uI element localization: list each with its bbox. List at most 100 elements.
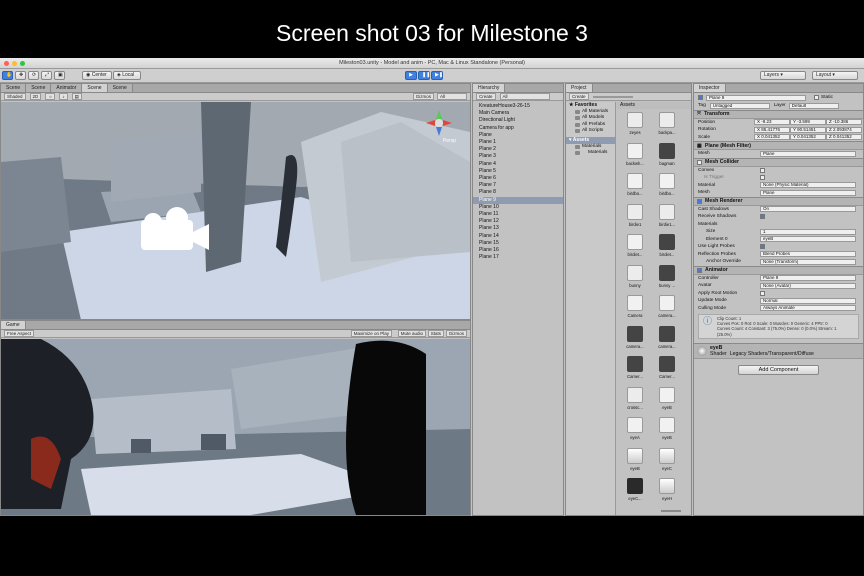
pause-button[interactable]: ❚❚ bbox=[418, 71, 430, 80]
step-button[interactable]: ▶❚ bbox=[431, 71, 443, 80]
hierarchy-item[interactable]: KreatureHouse3-26-15 bbox=[473, 103, 563, 110]
hierarchy-item[interactable]: Plane bbox=[473, 132, 563, 139]
project-create-dropdown[interactable]: Create bbox=[569, 93, 589, 100]
pivot-local-toggle[interactable]: ◈ Local bbox=[113, 71, 141, 80]
tab-inspector[interactable]: Inspector bbox=[694, 84, 726, 92]
hierarchy-item[interactable]: Plane 4 bbox=[473, 161, 563, 168]
tag-dropdown[interactable]: Untagged bbox=[709, 102, 770, 109]
asset-item[interactable]: eyeH bbox=[655, 477, 679, 507]
hierarchy-search-input[interactable]: All bbox=[499, 93, 550, 100]
hierarchy-item[interactable]: Plane 11 bbox=[473, 211, 563, 218]
asset-item[interactable]: eyeB bbox=[655, 386, 679, 416]
rect-tool-button[interactable]: ▣ bbox=[54, 71, 65, 80]
asset-item[interactable]: backwh... bbox=[623, 142, 647, 172]
audio-toggle[interactable]: ♪ bbox=[59, 93, 68, 100]
mesh-filter-header[interactable]: ▦ Plane (Mesh Filter) bbox=[694, 141, 863, 150]
asset-item[interactable]: birdiet... bbox=[655, 233, 679, 263]
materials-row[interactable]: Materials bbox=[694, 221, 863, 229]
play-button[interactable]: ▶ bbox=[405, 71, 417, 80]
rotation-y-field[interactable]: Y 90.51451 bbox=[790, 126, 826, 133]
asset-item[interactable]: eyeB bbox=[623, 447, 647, 477]
minimize-window-button[interactable] bbox=[12, 61, 17, 66]
asset-item[interactable]: 2eyes bbox=[623, 111, 647, 141]
layout-dropdown[interactable]: Layout ▾ bbox=[812, 71, 858, 80]
scale-y-field[interactable]: Y 0.041352 bbox=[790, 134, 826, 141]
favorites-heading[interactable]: ★ Favorites bbox=[566, 102, 615, 109]
asset-item[interactable]: birdie1 bbox=[623, 203, 647, 233]
object-active-checkbox[interactable] bbox=[698, 95, 703, 100]
hierarchy-item[interactable]: Plane 14 bbox=[473, 233, 563, 240]
asset-item[interactable]: eyeC... bbox=[623, 477, 647, 507]
hierarchy-item[interactable]: Plane 17 bbox=[473, 254, 563, 261]
asset-item[interactable]: Camer... bbox=[655, 355, 679, 385]
asset-item[interactable]: camera... bbox=[655, 294, 679, 324]
rotate-tool-button[interactable]: ⟳ bbox=[28, 71, 39, 80]
move-tool-button[interactable]: ✥ bbox=[15, 71, 26, 80]
tab-scene-active[interactable]: Scene bbox=[82, 84, 108, 92]
tab-scene-1[interactable]: Scene bbox=[1, 84, 27, 92]
hierarchy-item[interactable]: Plane 13 bbox=[473, 225, 563, 232]
hierarchy-item[interactable]: Plane 5 bbox=[473, 168, 563, 175]
rotation-x-field[interactable]: X 85.41776 bbox=[754, 126, 790, 133]
tab-animator[interactable]: Animator bbox=[51, 84, 83, 92]
project-search-input[interactable] bbox=[592, 95, 633, 98]
aspect-dropdown[interactable]: Free Aspect bbox=[4, 330, 35, 337]
asset-item[interactable]: bunny bbox=[623, 264, 647, 294]
hierarchy-item[interactable]: Plane 10 bbox=[473, 204, 563, 211]
asset-item[interactable]: birdiet... bbox=[623, 233, 647, 263]
size-field[interactable]: 1 bbox=[760, 228, 856, 235]
mesh-collider-header[interactable]: Mesh Collider bbox=[694, 157, 863, 167]
asset-item[interactable]: eyeC bbox=[655, 447, 679, 477]
scale-z-field[interactable]: Z 0.041352 bbox=[826, 134, 862, 141]
close-window-button[interactable] bbox=[4, 61, 9, 66]
rotation-z-field[interactable]: Z 2.093874 bbox=[826, 126, 862, 133]
asset-item[interactable]: crossc... bbox=[623, 386, 647, 416]
lighting-toggle[interactable]: ☼ bbox=[45, 93, 56, 100]
scene-orientation-gizmo[interactable] bbox=[426, 110, 452, 136]
hierarchy-item[interactable]: Plane 2 bbox=[473, 146, 563, 153]
collider-material-field[interactable]: None (Physic Material) bbox=[760, 182, 856, 189]
zoom-window-button[interactable] bbox=[20, 61, 25, 66]
receive-shadows-checkbox[interactable] bbox=[760, 214, 765, 220]
asset-item[interactable]: eyeB bbox=[655, 416, 679, 446]
hierarchy-item[interactable]: Plane 15 bbox=[473, 240, 563, 247]
root-motion-checkbox[interactable] bbox=[760, 290, 765, 296]
avatar-field[interactable]: None (Avatar) bbox=[760, 282, 856, 289]
material-header[interactable]: eyeB Shader Legacy Shaders/Transparent/Di… bbox=[694, 342, 863, 359]
element0-field[interactable]: eyeB bbox=[760, 236, 856, 243]
tab-project[interactable]: Project bbox=[566, 84, 593, 92]
mute-audio-toggle[interactable]: Mute audio bbox=[397, 330, 426, 337]
position-x-field[interactable]: X -9.23 bbox=[754, 119, 790, 126]
shading-dropdown[interactable]: Shaded bbox=[4, 93, 26, 100]
asset-item[interactable]: bagman bbox=[655, 142, 679, 172]
effects-toggle[interactable]: ▤ bbox=[71, 93, 82, 100]
hierarchy-item[interactable]: Plane 16 bbox=[473, 247, 563, 254]
icon-size-slider[interactable] bbox=[661, 510, 681, 512]
asset-item[interactable]: bunny ... bbox=[655, 264, 679, 294]
asset-item[interactable]: Camer... bbox=[623, 355, 647, 385]
hierarchy-item[interactable]: Plane 6 bbox=[473, 175, 563, 182]
animator-checkbox[interactable] bbox=[697, 267, 702, 273]
mode-2d-toggle[interactable]: 2D bbox=[29, 93, 42, 100]
tab-hierarchy[interactable]: Hierarchy bbox=[473, 84, 506, 92]
tab-scene-2[interactable]: Scene bbox=[26, 84, 52, 92]
asset-item[interactable]: birdie1... bbox=[655, 203, 679, 233]
folder-materials-2[interactable]: Materials bbox=[566, 150, 615, 156]
asset-item[interactable]: Camera bbox=[623, 294, 647, 324]
reflection-probes-dropdown[interactable]: Blend Probes bbox=[760, 251, 856, 258]
asset-item[interactable]: camera... bbox=[655, 325, 679, 355]
mesh-renderer-header[interactable]: Mesh Renderer bbox=[694, 196, 863, 206]
static-checkbox[interactable] bbox=[814, 95, 819, 100]
convex-checkbox[interactable] bbox=[760, 167, 765, 173]
trigger-checkbox[interactable] bbox=[760, 175, 765, 181]
tab-scene-5[interactable]: Scene bbox=[107, 84, 133, 92]
game-viewport[interactable] bbox=[1, 339, 470, 515]
hierarchy-item[interactable]: Directional Light bbox=[473, 117, 563, 124]
anchor-override-field[interactable]: None (Transform) bbox=[760, 258, 856, 265]
stats-toggle[interactable]: Stats bbox=[427, 330, 444, 337]
shader-dropdown[interactable]: Legacy Shaders/Transparent/Diffuse bbox=[730, 351, 825, 357]
position-y-field[interactable]: Y -3.599 bbox=[790, 119, 826, 126]
cast-shadows-dropdown[interactable]: On bbox=[760, 206, 856, 213]
pivot-center-toggle[interactable]: ◉ Center bbox=[82, 71, 112, 80]
layer-dropdown[interactable]: Default bbox=[788, 102, 839, 109]
